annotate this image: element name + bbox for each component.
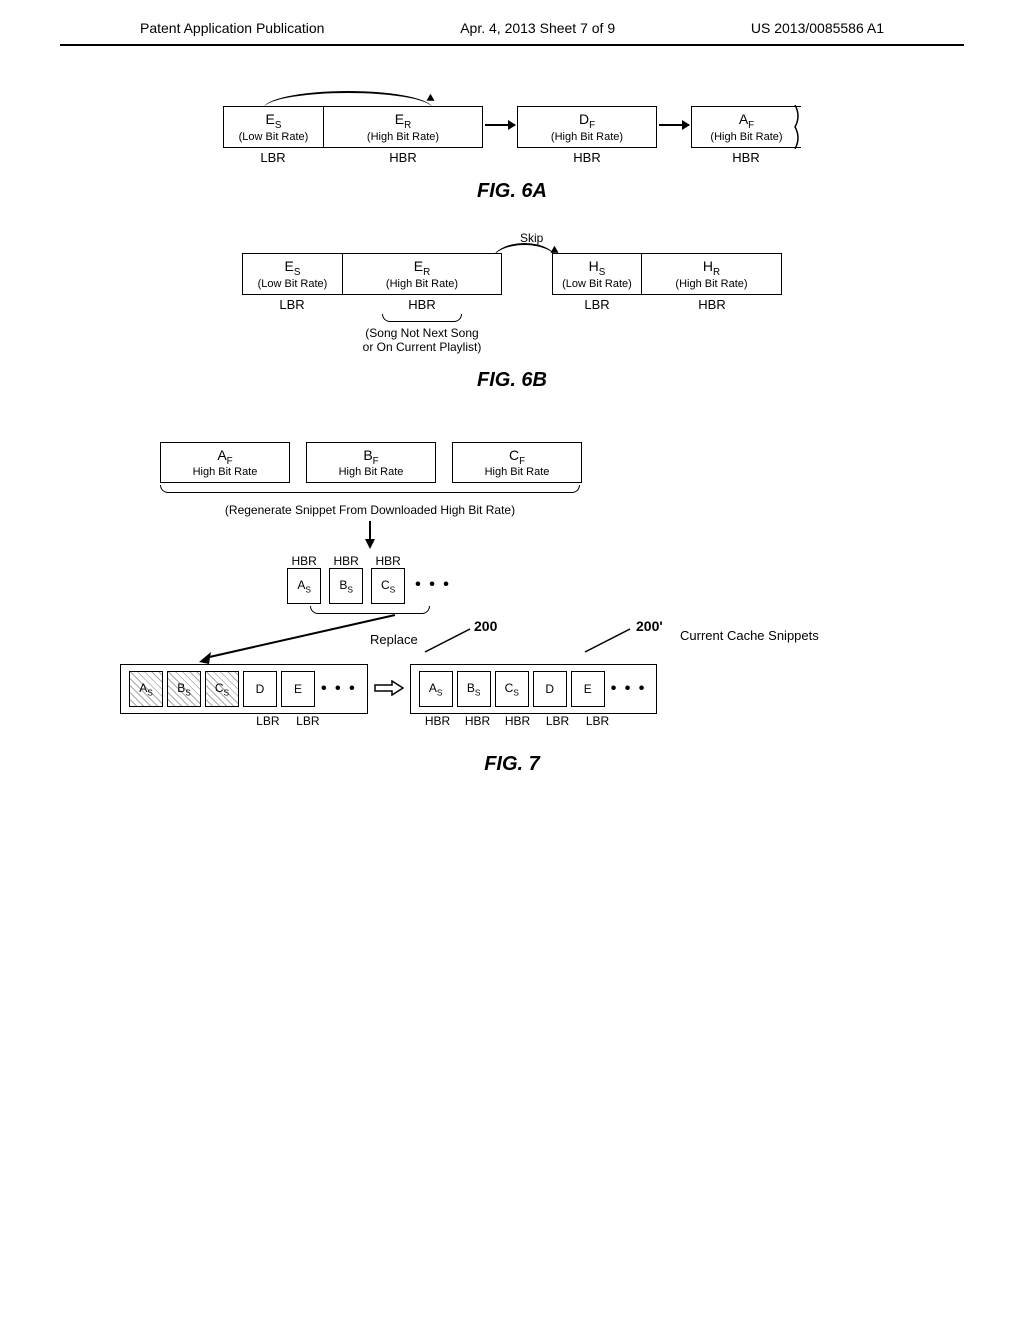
page-header: Patent Application Publication Apr. 4, 2… [60, 0, 964, 46]
arrow-icon [485, 124, 515, 126]
fig7-top-af: AF High Bit Rate [160, 442, 290, 484]
ref-200: 200 [474, 618, 497, 634]
arrow-icon [659, 124, 689, 126]
header-center: Apr. 4, 2013 Sheet 7 of 9 [460, 20, 615, 36]
fig-7: AF High Bit Rate BF High Bit Rate CF Hig… [80, 442, 944, 777]
fig6a-block-er: ER (High Bit Rate) [323, 106, 483, 148]
cache-label: Current Cache Snippets [680, 628, 819, 643]
leader-line-icon [420, 624, 480, 654]
fig7-before-as: AS [129, 671, 163, 707]
fig6b-note: (Song Not Next Song or On Current Playli… [362, 326, 482, 354]
hollow-arrow-icon [374, 680, 404, 696]
fig7-before-bs: BS [167, 671, 201, 707]
fig7-regen-note: (Regenerate Snippet From Downloaded High… [160, 503, 580, 517]
fig7-title: FIG. 7 [80, 753, 944, 776]
fig7-mid-bs: BS [329, 568, 363, 604]
fig6a-block-df: DF (High Bit Rate) [517, 106, 657, 148]
fig6a-block-es: ES (Low Bit Rate) [223, 106, 323, 148]
fig7-after-bs: BS [457, 671, 491, 707]
fig7-before-cs: CS [205, 671, 239, 707]
fig7-top-cf: CF High Bit Rate [452, 442, 582, 484]
fig7-before-e: E [281, 671, 315, 707]
fig6a-title: FIG. 6A [80, 180, 944, 203]
fig7-after-as: AS [419, 671, 453, 707]
replace-label: Replace [370, 632, 418, 647]
fig-6a: ES (Low Bit Rate) LBR ER (High Bit Rate)… [80, 106, 944, 203]
leader-line-icon [580, 624, 640, 654]
down-arrow-icon [363, 521, 377, 549]
fig7-after-cs: CS [495, 671, 529, 707]
fig6b-block-er: ER (High Bit Rate) [342, 253, 502, 295]
ref-200p: 200' [636, 618, 663, 634]
fig6a-block-af: AF (High Bit Rate) [691, 106, 801, 148]
fig7-cache-after: AS BS CS D E • • • [410, 664, 658, 714]
fig6b-block-hr: HR (High Bit Rate) [642, 253, 782, 295]
header-left: Patent Application Publication [140, 20, 324, 36]
fig7-mid-as: AS [287, 568, 321, 604]
fig7-after-d: D [533, 671, 567, 707]
fig6b-block-hs: HS (Low Bit Rate) [552, 253, 642, 295]
fig7-after-e: E [571, 671, 605, 707]
header-right: US 2013/0085586 A1 [751, 20, 884, 36]
fig7-top-bf: BF High Bit Rate [306, 442, 436, 484]
fig7-mid-cs: CS [371, 568, 405, 604]
fig7-before-d: D [243, 671, 277, 707]
fig6b-block-es: ES (Low Bit Rate) [242, 253, 342, 295]
fig7-cache-before: AS BS CS D E • • • [120, 664, 368, 714]
fig6b-title: FIG. 6B [80, 369, 944, 392]
torn-edge-icon [793, 105, 803, 149]
fig-6b: Skip ES (Low Bit Rate) LBR ER (High Bit … [80, 253, 944, 392]
